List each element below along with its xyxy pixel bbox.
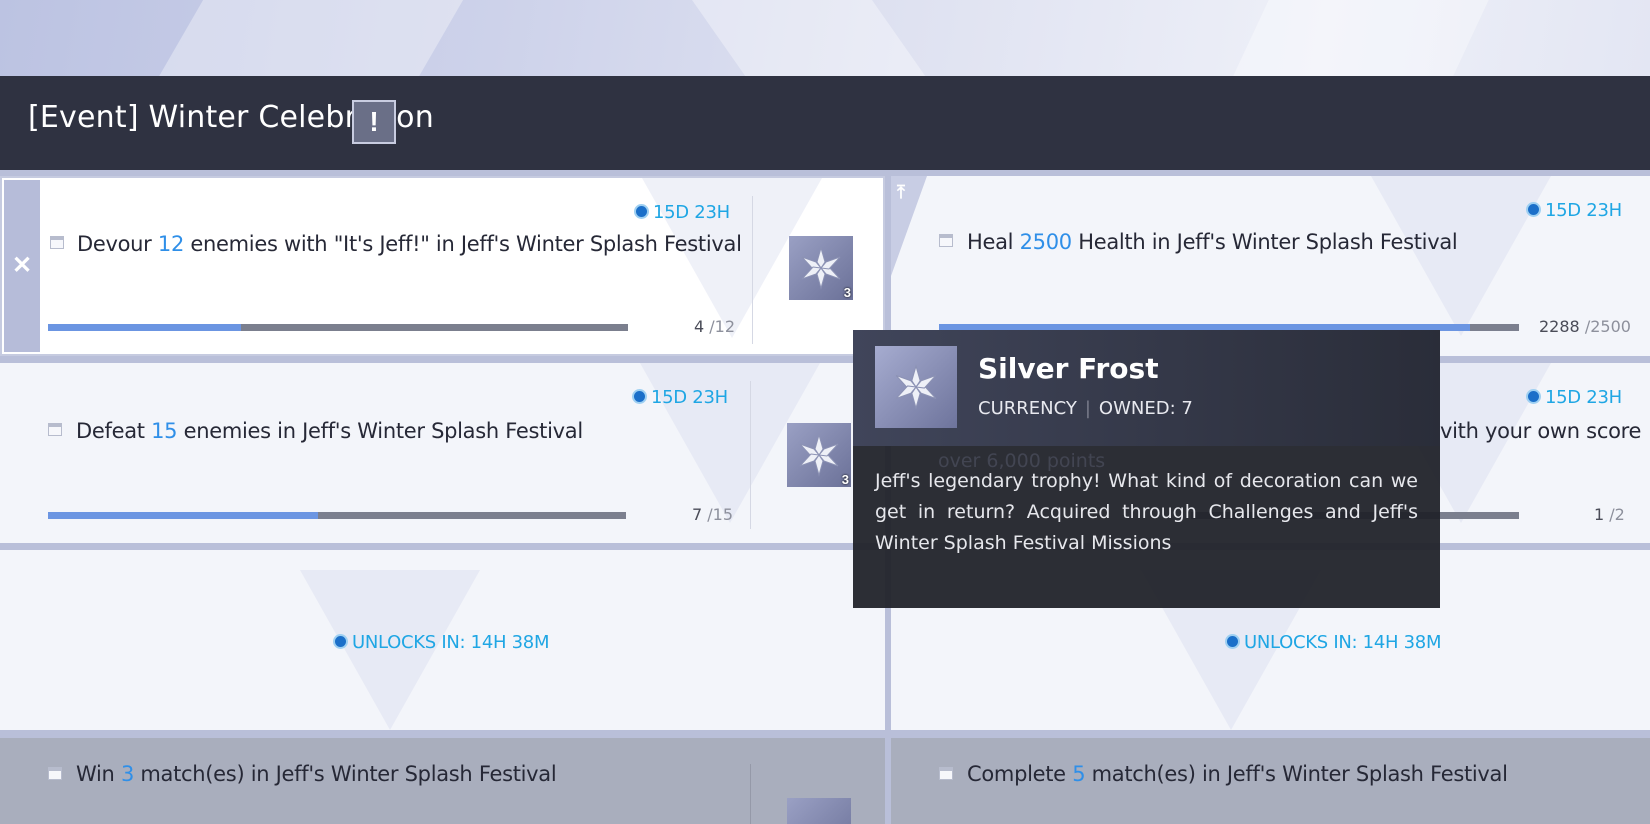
mission-timer: 15D 23H (634, 202, 730, 223)
calendar-icon (939, 767, 953, 780)
stopwatch-icon (333, 634, 348, 649)
progress-count: 2288 /2500 (1539, 317, 1631, 336)
background-banner (0, 0, 1650, 76)
reward-item[interactable] (787, 798, 851, 824)
mission-timer: 15D 23H (1526, 387, 1622, 408)
info-alert-button[interactable]: ! (352, 100, 396, 144)
progress-bar (48, 512, 626, 519)
stopwatch-icon (1225, 634, 1240, 649)
mission-card[interactable]: 15D 23H Defeat 15 enemies in Jeff's Wint… (0, 363, 885, 543)
mission-description: vith your own score (1440, 419, 1642, 443)
stopwatch-icon (634, 204, 649, 219)
card-divider (752, 196, 753, 344)
tooltip-item-name: Silver Frost (978, 352, 1159, 385)
calendar-icon (939, 234, 953, 247)
card-divider (750, 764, 751, 824)
stopwatch-icon (632, 389, 647, 404)
item-tooltip: Silver Frost CURRENCY | OWNED: 7 over 6,00… (853, 330, 1440, 608)
unlock-timer: UNLOCKS IN: 14H 38M (1225, 632, 1441, 653)
stopwatch-icon (1526, 202, 1541, 217)
mission-card[interactable]: ⤒ 15D 23H Heal 2500 Health in Jeff's Win… (891, 176, 1650, 356)
event-header: [Event] Winter Celebration ! (0, 76, 1650, 170)
reward-quantity: 3 (843, 285, 851, 300)
card-divider (750, 381, 751, 529)
tooltip-item-meta: CURRENCY | OWNED: 7 (978, 398, 1193, 419)
unlock-timer: UNLOCKS IN: 14H 38M (333, 632, 549, 653)
calendar-icon (48, 423, 62, 436)
mission-card[interactable]: Win 3 match(es) in Jeff's Winter Splash … (0, 738, 885, 824)
progress-count: 4 /12 (694, 317, 736, 336)
dismiss-mission-button[interactable]: ✕ (4, 180, 40, 352)
progress-fill (48, 324, 242, 331)
locked-mission-card: UNLOCKS IN: 14H 38M (0, 550, 885, 730)
progress-count: 7 /15 (692, 505, 734, 524)
mission-timer: 15D 23H (1526, 200, 1622, 221)
pin-to-top-icon[interactable]: ⤒ (897, 182, 905, 203)
tooltip-description: Jeff's legendary trophy! What kind of de… (875, 470, 1418, 554)
mission-card[interactable]: Complete 5 match(es) in Jeff's Winter Sp… (891, 738, 1650, 824)
snowflake-icon (801, 246, 841, 290)
mission-description: Win 3 match(es) in Jeff's Winter Splash … (76, 762, 557, 786)
reward-quantity: 3 (841, 472, 849, 487)
mission-description: Devour 12 enemies with "It's Jeff!" in J… (77, 232, 742, 256)
mission-card[interactable]: ✕ 15D 23H Devour 12 enemies with "It's J… (0, 176, 885, 356)
mission-description: Complete 5 match(es) in Jeff's Winter Sp… (967, 762, 1508, 786)
mission-description: Defeat 15 enemies in Jeff's Winter Splas… (76, 419, 583, 443)
progress-bar (48, 324, 628, 331)
mission-timer: 15D 23H (632, 387, 728, 408)
mission-description: Heal 2500 Health in Jeff's Winter Splash… (967, 230, 1458, 254)
silver-frost-icon (875, 346, 957, 428)
reward-item[interactable]: 3 (789, 236, 853, 300)
reward-item[interactable]: 3 (787, 423, 851, 487)
snowflake-icon (799, 433, 839, 477)
progress-fill (48, 512, 318, 519)
progress-count: 1 /2 (1594, 505, 1625, 524)
calendar-icon (48, 767, 62, 780)
calendar-icon (50, 236, 64, 249)
stopwatch-icon (1526, 389, 1541, 404)
